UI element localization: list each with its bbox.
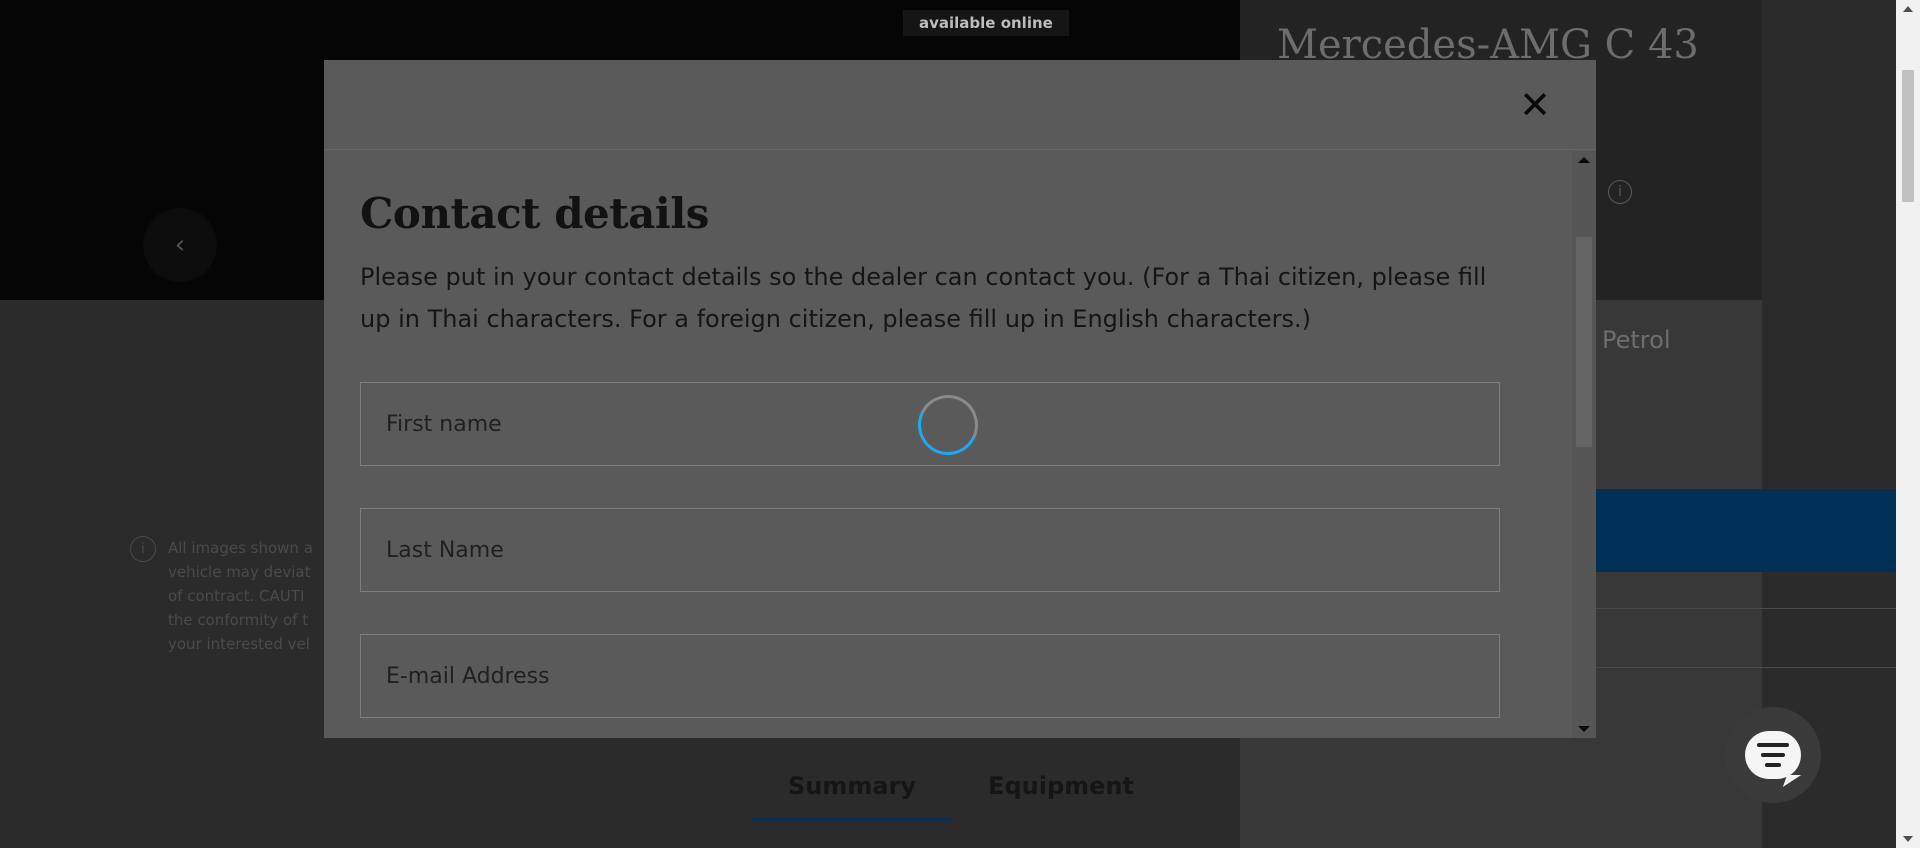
page-scrollbar-thumb[interactable] bbox=[1902, 70, 1914, 202]
detail-tabs: Summary Equipment bbox=[752, 766, 1170, 821]
last-name-input[interactable] bbox=[386, 537, 1499, 563]
chat-button[interactable] bbox=[1725, 707, 1821, 803]
disclaimer-line: vehicle may deviat bbox=[168, 563, 311, 581]
scroll-up-arrow-icon[interactable] bbox=[1903, 6, 1913, 12]
modal-scrollbar-thumb[interactable] bbox=[1576, 237, 1592, 447]
scroll-down-arrow-icon[interactable] bbox=[1903, 836, 1913, 842]
scroll-up-arrow-icon[interactable] bbox=[1578, 157, 1590, 163]
disclaimer-line: of contract. CAUTI bbox=[168, 587, 305, 605]
primary-cta-button[interactable] bbox=[1595, 489, 1896, 572]
modal-scrollbar[interactable] bbox=[1572, 151, 1596, 738]
fuel-type-value: Petrol bbox=[1602, 326, 1671, 354]
image-disclaimer: All images shown a vehicle may deviat of… bbox=[168, 536, 328, 656]
close-icon: ✕ bbox=[1519, 83, 1551, 127]
disclaimer-line: your interested vel bbox=[168, 635, 310, 653]
disclaimer-line: All images shown a bbox=[168, 539, 313, 557]
email-input[interactable] bbox=[386, 663, 1499, 689]
secondary-cta-button[interactable] bbox=[1595, 608, 1896, 668]
tab-summary[interactable]: Summary bbox=[752, 766, 953, 821]
last-name-field[interactable] bbox=[360, 508, 1500, 592]
gallery-prev-button[interactable]: ‹ bbox=[143, 208, 217, 282]
price-info-icon[interactable]: i bbox=[1608, 180, 1632, 204]
chevron-left-icon: ‹ bbox=[174, 230, 186, 260]
info-icon: i bbox=[130, 536, 156, 562]
modal-header: ✕ bbox=[324, 60, 1596, 150]
available-online-badge: available online bbox=[903, 10, 1069, 36]
modal-title: Contact details bbox=[360, 189, 709, 238]
disclaimer-line: the conformity of t bbox=[168, 611, 309, 629]
tab-equipment[interactable]: Equipment bbox=[952, 766, 1170, 821]
page-scrollbar[interactable] bbox=[1896, 0, 1920, 848]
modal-description: Please put in your contact details so th… bbox=[360, 263, 1487, 333]
chat-bubble-icon bbox=[1745, 731, 1801, 779]
scroll-down-arrow-icon[interactable] bbox=[1578, 726, 1590, 732]
email-field[interactable] bbox=[360, 634, 1500, 718]
close-button[interactable]: ✕ bbox=[1514, 84, 1556, 126]
